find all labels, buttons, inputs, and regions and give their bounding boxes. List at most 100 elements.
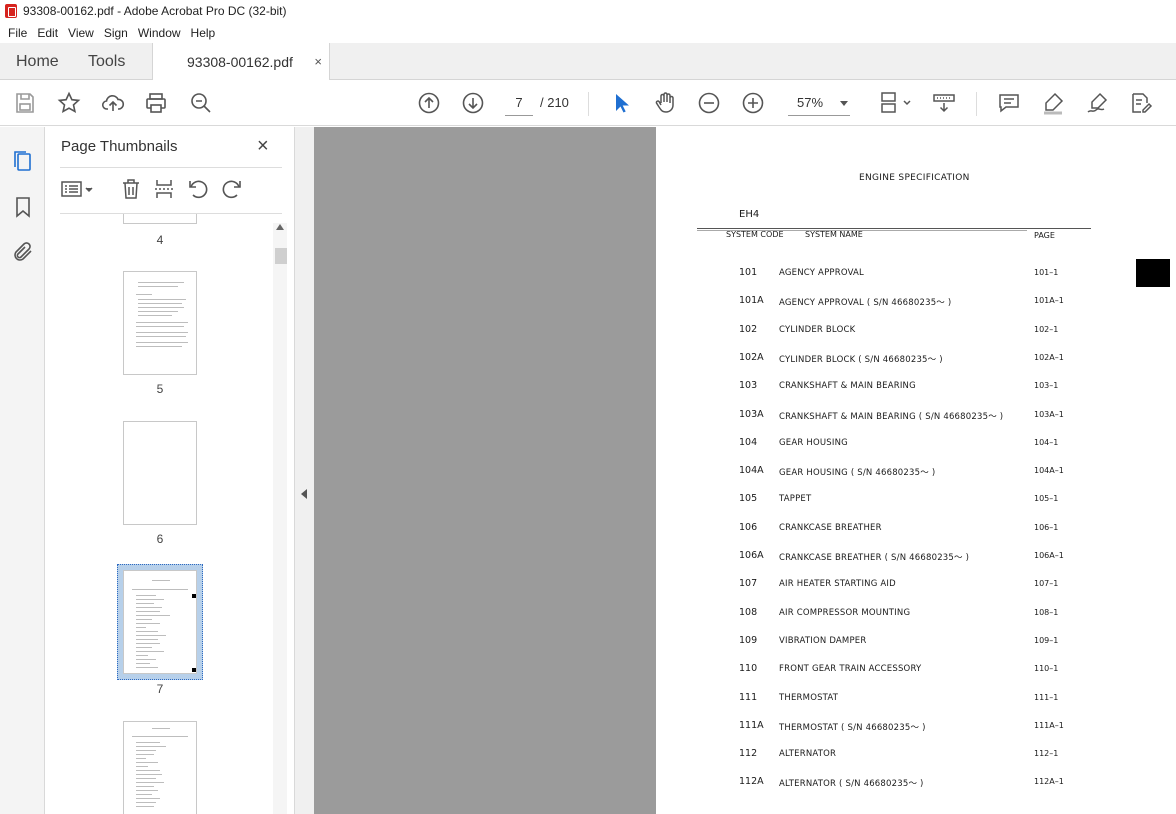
menu-bar: File Edit View Sign Window Help [0,22,1176,43]
bookmark-icon[interactable] [11,195,35,219]
table-row: 106A CRANKCASE BREATHER ( S/N 46680235～ )… [656,550,1176,570]
thumbnail-label: 4 [156,233,164,247]
system-name: ALTERNATOR ( S/N 46680235～ ) [779,779,924,790]
document-title: ENGINE SPECIFICATION [859,173,970,183]
thumbnail-page-8[interactable] [123,721,197,814]
menu-window[interactable]: Window [138,26,181,40]
zoom-out-icon[interactable] [696,90,722,116]
table-row: 110 FRONT GEAR TRAIN ACCESSORY 110–1 [656,663,1176,683]
select-arrow-icon[interactable] [608,90,634,116]
system-name: THERMOSTAT [779,692,839,703]
tab-document[interactable]: 93308-00162.pdf × [152,43,330,80]
scroll-mode-icon[interactable] [931,90,957,116]
toolbar-divider [588,92,589,116]
tab-tools[interactable]: Tools [88,43,125,80]
table-row: 112 ALTERNATOR 112–1 [656,748,1176,768]
thumbnail-page-6[interactable] [123,421,197,525]
menu-file[interactable]: File [8,26,27,40]
system-code: 110 [739,663,758,675]
system-name: AGENCY APPROVAL [779,268,864,278]
window-title: 93308-00162.pdf - Adobe Acrobat Pro DC (… [23,4,287,18]
system-page: 107–1 [1034,579,1059,589]
system-name: CYLINDER BLOCK [779,324,856,335]
system-code: 106 [739,521,758,533]
menu-sign[interactable]: Sign [104,26,128,40]
page-thumbnails-icon[interactable] [11,149,35,173]
menu-help[interactable]: Help [191,26,216,40]
delete-page-icon[interactable] [119,177,145,203]
page-up-icon[interactable] [416,90,442,116]
system-code: 111 [739,691,758,703]
system-name: CRANKSHAFT & MAIN BEARING [779,381,916,392]
system-page: 104A–1 [1034,466,1064,476]
system-code: 112A [739,776,764,788]
table-row: 101 AGENCY APPROVAL 101–1 [656,267,1176,287]
system-page: 106A–1 [1034,551,1064,560]
zoom-in-icon[interactable] [740,90,766,116]
zoom-level-select[interactable]: 57% [788,90,850,116]
close-tab-icon[interactable]: × [314,54,322,69]
table-row: 109 VIBRATION DAMPER 109–1 [656,635,1176,655]
table-row: 108 AIR COMPRESSOR MOUNTING 108–1 [656,607,1176,627]
rotate-right-icon[interactable] [220,177,246,203]
system-code: 104 [739,436,758,448]
table-row: 107 AIR HEATER STARTING AID 107–1 [656,578,1176,598]
scrollbar-thumb[interactable] [275,248,287,264]
scroll-up-arrow-icon[interactable] [276,224,284,230]
system-page: 110–1 [1034,664,1059,674]
panel-collapse-gutter[interactable] [295,127,314,814]
page-marker [1136,259,1170,287]
page-down-icon[interactable] [460,90,486,116]
highlight-icon[interactable] [1040,90,1066,116]
system-name: CRANKSHAFT & MAIN BEARING ( S/N 46680235… [779,411,1004,422]
system-page: 106–1 [1034,522,1059,532]
page-number-input[interactable]: 7 [505,90,533,116]
tab-home[interactable]: Home [16,43,59,80]
system-name: FRONT GEAR TRAIN ACCESSORY [779,664,922,675]
collapse-arrow-icon[interactable] [301,489,307,499]
system-code: 111A [739,719,764,731]
thumbnail-scrollbar[interactable] [273,223,287,814]
system-page: 101–1 [1034,268,1059,277]
comment-icon[interactable] [996,90,1022,116]
system-name: CRANKCASE BREATHER ( S/N 46680235～ ) [779,553,970,563]
options-menu-icon[interactable] [59,177,99,203]
column-header-code: SYSTEM CODE [726,230,784,239]
page-total: / 210 [540,95,569,110]
upload-icon[interactable] [100,90,126,116]
fit-page-icon[interactable] [876,90,916,116]
table-row: 112A ALTERNATOR ( S/N 46680235～ ) 112A–1 [656,776,1176,796]
system-name: AIR COMPRESSOR MOUNTING [779,607,911,618]
panel-title: Page Thumbnails [61,138,178,155]
system-code: 106A [739,550,764,561]
attachment-icon[interactable] [11,240,35,264]
system-code: 104A [739,465,764,477]
column-header-page: PAGE [1034,231,1055,240]
save-icon[interactable] [12,90,38,116]
table-row: 105 TAPPET 105–1 [656,493,1176,513]
document-tab-label: 93308-00162.pdf [187,53,293,70]
star-icon[interactable] [56,90,82,116]
thumbnail-page-4[interactable] [123,214,197,224]
thumbnail-page-5[interactable] [123,271,197,375]
table-row: 103A CRANKSHAFT & MAIN BEARING ( S/N 4668… [656,409,1176,429]
system-page: 111A–1 [1034,720,1064,730]
rotate-left-icon[interactable] [186,177,212,203]
thumbnail-page-7[interactable] [123,570,197,674]
system-page: 112–1 [1034,749,1059,759]
close-panel-icon[interactable]: × [257,135,269,158]
edit-pdf-icon[interactable] [1128,90,1154,116]
sign-icon[interactable] [1084,90,1110,116]
pdf-app-icon [5,4,17,18]
menu-view[interactable]: View [68,26,94,40]
system-code: 103 [739,380,758,392]
title-bar: 93308-00162.pdf - Adobe Acrobat Pro DC (… [0,0,1176,22]
insert-page-icon[interactable] [152,177,178,203]
zoom-level-value: 57% [797,95,824,110]
model-label: EH4 [739,209,760,220]
system-page: 102–1 [1034,324,1059,334]
menu-edit[interactable]: Edit [37,26,58,40]
zoom-search-icon[interactable] [188,90,214,116]
hand-icon[interactable] [652,90,678,116]
print-icon[interactable] [143,90,169,116]
